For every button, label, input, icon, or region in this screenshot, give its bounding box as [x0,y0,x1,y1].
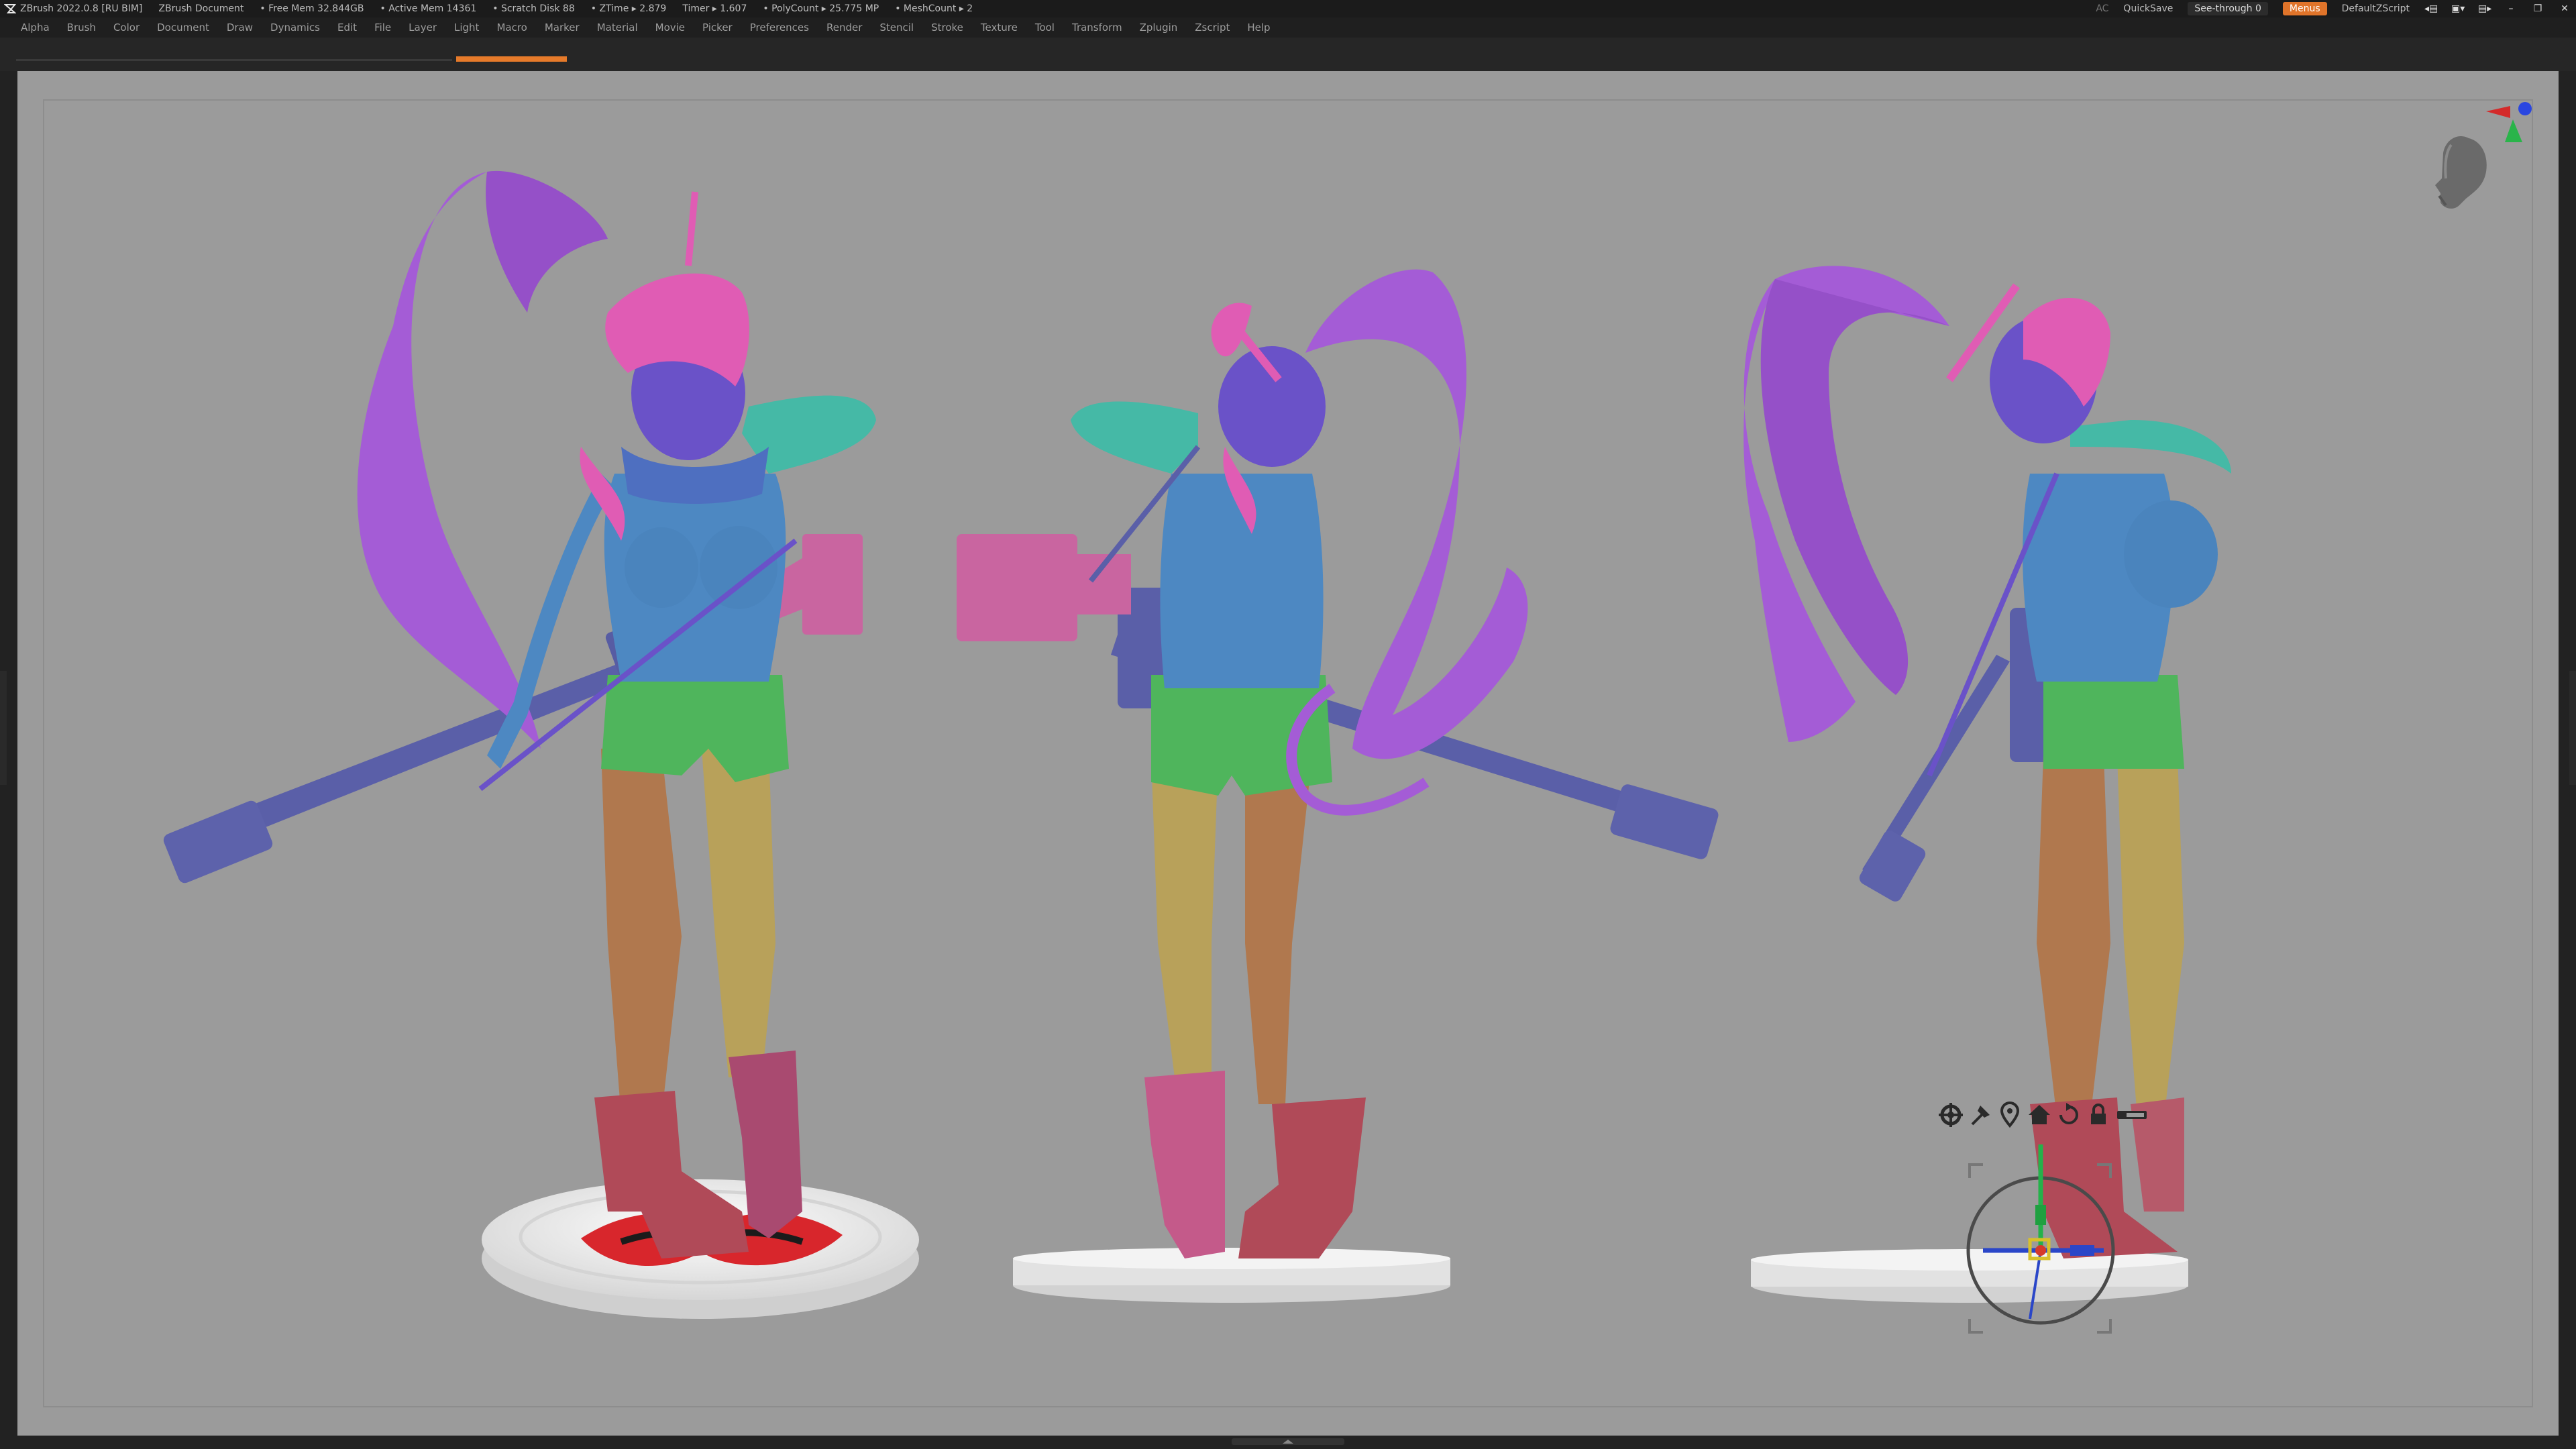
menu-document[interactable]: Document [148,17,218,38]
scratch-disk-readout: • Scratch Disk 88 [492,3,575,14]
document-canvas[interactable] [17,71,2559,1436]
polycount-readout: • PolyCount ▸ 25.775 MP [763,3,879,14]
menu-transform[interactable]: Transform [1063,17,1131,38]
menu-alpha[interactable]: Alpha [12,17,58,38]
document-name: ZBrush Document [158,3,244,14]
timer-readout: Timer ▸ 1.607 [682,3,747,14]
menu-stencil[interactable]: Stencil [871,17,922,38]
leg-right [702,749,775,1077]
head-icon[interactable] [2435,136,2487,209]
layout-options-icon[interactable]: ▣▾ [2451,0,2465,17]
ac-button[interactable]: AC [2096,0,2108,17]
menu-movie[interactable]: Movie [647,17,694,38]
default-zscript-button[interactable]: DefaultZScript [2342,0,2410,17]
bottom-tray-handle[interactable] [1232,1438,1344,1445]
free-mem-readout: • Free Mem 32.844GB [260,3,364,14]
menu-marker[interactable]: Marker [536,17,588,38]
maximize-icon[interactable]: ❐ [2532,0,2544,17]
menu-render[interactable]: Render [818,17,871,38]
menu-layer[interactable]: Layer [400,17,445,38]
rifle-suppressor [163,800,273,883]
title-bar: ZBrush 2022.0.8 [RU BIM] ZBrush Document… [0,0,2576,17]
main-menu-bar: Alpha Brush Color Document Draw Dynamics… [0,17,2576,38]
menu-edit[interactable]: Edit [329,17,366,38]
menu-draw[interactable]: Draw [218,17,262,38]
menu-picker[interactable]: Picker [694,17,741,38]
figure-side[interactable] [1743,266,2231,1303]
left-tray-handle[interactable] [0,671,7,785]
app-title-group: ZBrush 2022.0.8 [RU BIM] [4,0,142,17]
pin-icon[interactable] [1971,1106,1990,1126]
menu-light[interactable]: Light [445,17,488,38]
layout-right-icon[interactable]: ▤▸ [2478,0,2491,17]
menus-button[interactable]: Menus [2282,2,2327,15]
menu-dynamics[interactable]: Dynamics [262,17,329,38]
tab-strip [0,38,2576,71]
menu-tool[interactable]: Tool [1026,17,1063,38]
minimize-icon[interactable]: – [2505,0,2517,17]
meshcount-readout: • MeshCount ▸ 2 [895,3,973,14]
location-icon[interactable] [2000,1102,2020,1128]
layout-left-icon[interactable]: ◂▤ [2424,0,2438,17]
menu-file[interactable]: File [366,17,400,38]
zbrush-logo-icon [4,4,16,13]
toggle-icon[interactable] [2117,1111,2147,1119]
menu-color[interactable]: Color [105,17,148,38]
quicksave-button[interactable]: QuickSave [2123,0,2173,17]
right-tray-handle[interactable] [2569,671,2576,785]
figure-back[interactable] [957,269,1720,1303]
menu-texture[interactable]: Texture [972,17,1026,38]
navigation-cube[interactable] [2435,102,2532,209]
boot-back-left [1144,1071,1225,1258]
menu-brush[interactable]: Brush [58,17,105,38]
sculpt-scene[interactable] [17,71,2559,1436]
menu-help[interactable]: Help [1238,17,1279,38]
active-tab-indicator[interactable] [456,56,567,62]
leg-left [601,749,682,1118]
menu-preferences[interactable]: Preferences [741,17,818,38]
menu-zscript[interactable]: Zscript [1186,17,1238,38]
ztime-readout: • ZTime ▸ 2.879 [590,3,667,14]
menu-macro[interactable]: Macro [488,17,535,38]
gear-icon[interactable] [1939,1103,1963,1127]
see-through-slider[interactable]: See-through 0 [2188,2,2268,15]
menu-zplugin[interactable]: Zplugin [1131,17,1187,38]
hair-ponytail-back [1305,269,1528,759]
head-back [1218,346,1326,467]
menu-material[interactable]: Material [588,17,647,38]
figure-front[interactable] [162,170,919,1319]
menu-stroke[interactable]: Stroke [922,17,972,38]
boot-back-right [1238,1097,1366,1258]
close-icon[interactable]: ✕ [2559,0,2571,17]
shorts-front [601,675,789,782]
active-mem-readout: • Active Mem 14361 [380,3,477,14]
axis-indicator [2486,102,2532,142]
app-title: ZBrush 2022.0.8 [RU BIM] [20,3,143,14]
tab-track[interactable] [16,59,452,61]
